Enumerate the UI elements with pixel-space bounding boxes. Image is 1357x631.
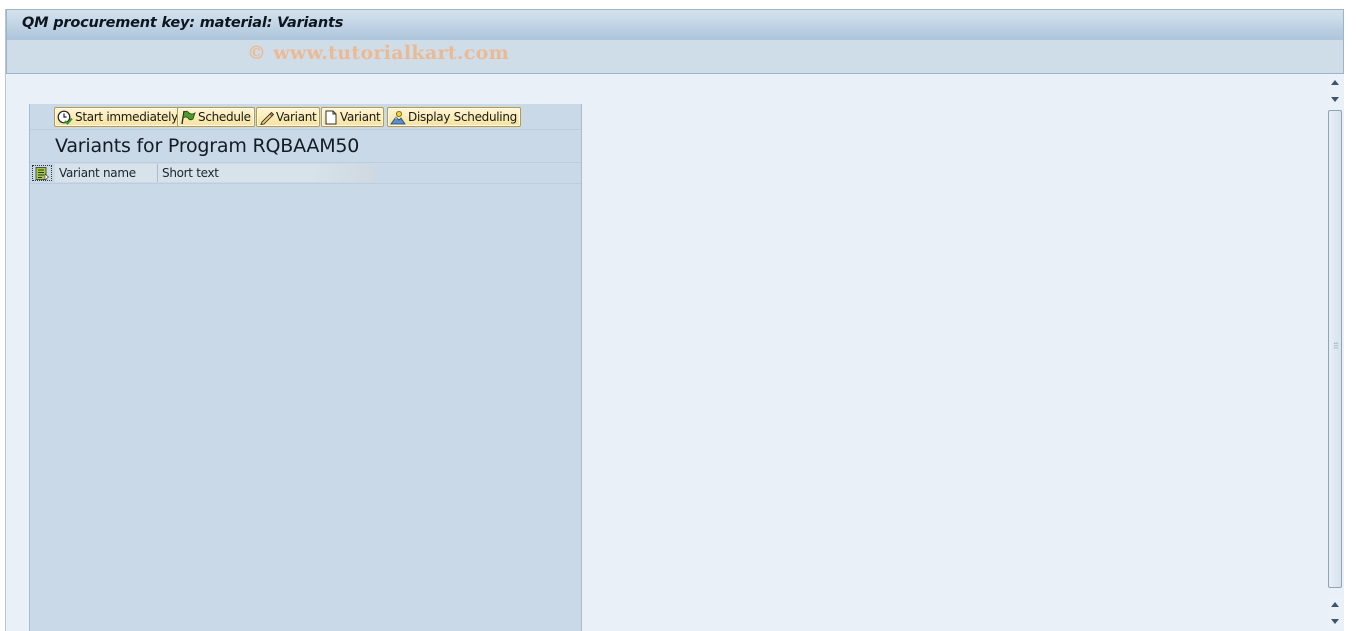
start-immediately-label: Start immediately <box>75 110 178 124</box>
column-header-short-text[interactable]: Short text <box>158 164 376 182</box>
pencil-icon <box>260 111 274 125</box>
change-variant-button[interactable]: Variant <box>256 107 321 127</box>
title-bar: QM procurement key: material: Variants <box>6 9 1344 41</box>
page-heading: Variants for Program RQBAAM50 <box>55 135 360 157</box>
arrow-up-icon <box>1331 601 1339 607</box>
scroll-up-button[interactable] <box>1327 74 1343 90</box>
variants-toolbar: Start immediately Schedule Variant Varia… <box>30 104 581 130</box>
scroll-up-button-bottom[interactable] <box>1327 596 1343 612</box>
column-header-variant-name[interactable]: Variant name <box>55 164 157 182</box>
create-variant-button[interactable]: Variant <box>321 107 385 127</box>
document-icon <box>325 110 337 124</box>
flag-icon <box>181 110 196 124</box>
start-immediately-button[interactable]: Start immediately <box>54 107 182 127</box>
display-scheduling-button[interactable]: Display Scheduling <box>387 107 521 127</box>
select-layout-icon <box>35 166 49 180</box>
table-header: Variant name Short text <box>30 163 581 184</box>
arrow-down-icon <box>1331 96 1339 102</box>
schedule-button[interactable]: Schedule <box>177 107 255 127</box>
arrow-down-icon <box>1331 618 1339 624</box>
watermark: © www.tutorialkart.com <box>247 42 510 64</box>
change-variant-label: Variant <box>276 110 317 124</box>
scroll-down-button[interactable] <box>1327 91 1343 107</box>
display-scheduling-label: Display Scheduling <box>408 110 517 124</box>
create-variant-label: Variant <box>340 110 381 124</box>
arrow-up-icon <box>1331 79 1339 85</box>
clock-check-icon <box>57 110 73 125</box>
person-mountain-icon <box>390 110 406 124</box>
variants-panel: Start immediately Schedule Variant Varia… <box>29 104 582 631</box>
splitter-grip-icon[interactable]: ⠿ <box>1333 343 1341 354</box>
application-toolbar: © www.tutorialkart.com <box>6 40 1344 74</box>
select-all-button[interactable] <box>32 165 52 181</box>
window-title: QM procurement key: material: Variants <box>22 15 344 31</box>
schedule-label: Schedule <box>198 110 251 124</box>
scroll-down-button-bottom[interactable] <box>1327 613 1343 629</box>
